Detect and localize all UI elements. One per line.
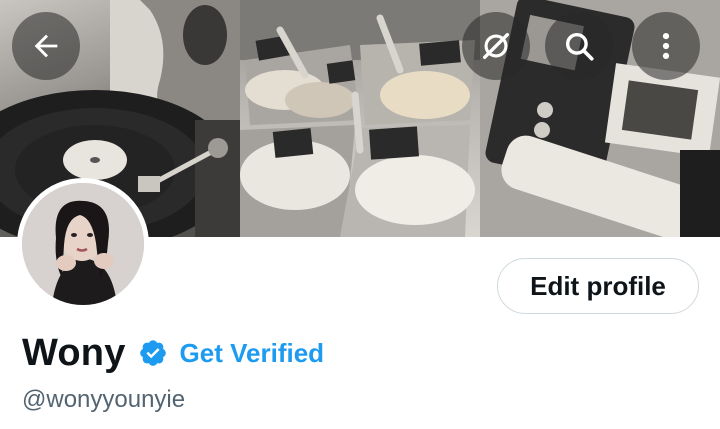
display-name: Wony [22,331,126,374]
grok-button[interactable] [462,12,530,80]
avatar[interactable] [17,178,149,310]
profile-name-row: Wony Get Verified [22,330,324,376]
avatar-image [22,183,144,305]
banner-image-ice-cream [240,0,480,237]
more-options-button[interactable] [632,12,700,80]
search-icon [565,32,594,61]
username-handle: @wonyyounyie [22,386,186,413]
get-verified-link[interactable]: Get Verified [180,338,325,369]
more-vertical-icon [662,32,670,60]
search-button[interactable] [545,12,613,80]
verified-badge-icon [139,340,166,366]
grok-icon [482,32,510,60]
back-button[interactable] [12,12,80,80]
edit-profile-button[interactable]: Edit profile [497,258,699,314]
arrow-left-icon [34,34,58,58]
